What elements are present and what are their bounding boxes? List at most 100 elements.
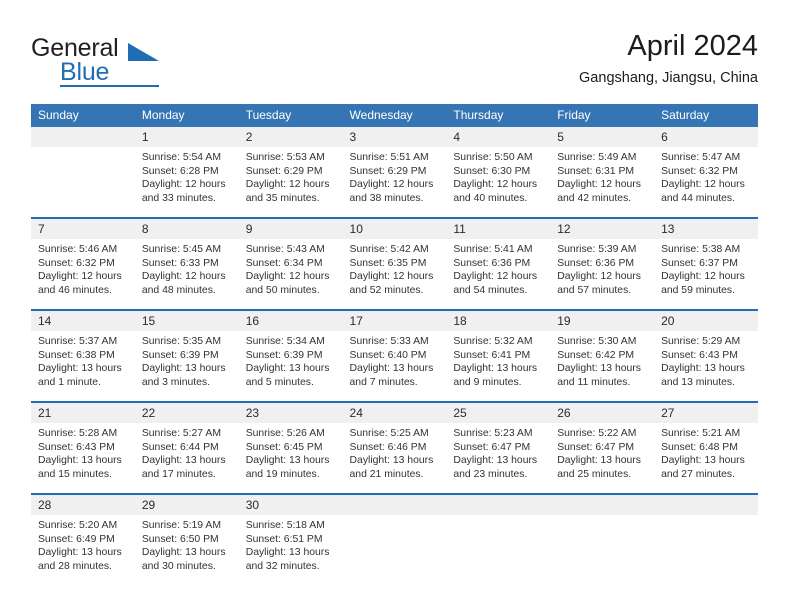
weekday-header-sunday: Sunday — [31, 104, 135, 127]
day-detail-line: Daylight: 12 hours — [141, 179, 226, 191]
week-daynumber-row: 14 15 16 17 18 19 20 — [31, 309, 758, 331]
day-detail-line: Daylight: 12 hours — [661, 271, 745, 283]
day-detail-line: Daylight: 13 hours — [141, 363, 226, 375]
day-detail-line: Sunrise: 5:51 AM — [349, 152, 429, 163]
day-detail-line: Sunset: 6:29 PM — [245, 165, 323, 177]
day-detail-line: Sunset: 6:39 PM — [141, 349, 219, 361]
day-number-empty — [342, 493, 447, 515]
day-number[interactable]: 21 — [31, 401, 135, 423]
weekday-header-thursday: Thursday — [446, 104, 551, 127]
day-detail: Sunrise: 5:26 AM Sunset: 6:45 PM Daylight:… — [238, 423, 343, 494]
week-daynumber-row: 7 8 9 10 11 12 13 — [31, 217, 758, 239]
day-detail: Sunrise: 5:53 AM Sunset: 6:29 PM Daylight:… — [238, 147, 343, 218]
day-detail-line: Sunset: 6:43 PM — [38, 441, 115, 453]
day-detail-line: Daylight: 13 hours — [661, 363, 745, 375]
day-number[interactable]: 20 — [654, 309, 758, 331]
day-detail: Sunrise: 5:28 AM Sunset: 6:43 PM Daylight:… — [31, 423, 135, 494]
day-number[interactable]: 2 — [238, 127, 343, 147]
week-daynumber-row: 21 22 23 24 25 26 27 — [31, 401, 758, 423]
day-number[interactable]: 24 — [342, 401, 447, 423]
day-detail-line: and 42 minutes. — [557, 192, 632, 204]
day-number[interactable]: 30 — [238, 493, 343, 515]
day-detail-line: Daylight: 12 hours — [245, 271, 330, 283]
day-number[interactable]: 6 — [654, 127, 758, 147]
day-number[interactable]: 5 — [550, 127, 655, 147]
day-number[interactable]: 27 — [654, 401, 758, 423]
day-number[interactable]: 9 — [238, 217, 343, 239]
day-detail-line: Sunrise: 5:43 AM — [245, 244, 325, 255]
day-detail-line: Sunrise: 5:38 AM — [661, 244, 741, 255]
day-number[interactable]: 29 — [134, 493, 239, 515]
day-detail: Sunrise: 5:22 AM Sunset: 6:47 PM Daylight:… — [550, 423, 655, 494]
day-detail-line: Sunrise: 5:25 AM — [349, 428, 429, 439]
day-detail-line: and 48 minutes. — [141, 284, 216, 296]
day-detail-line: Sunrise: 5:32 AM — [453, 336, 533, 347]
day-number-empty — [446, 493, 551, 515]
day-number[interactable]: 15 — [134, 309, 239, 331]
day-number[interactable]: 3 — [342, 127, 447, 147]
day-number-empty — [654, 493, 758, 515]
day-number[interactable]: 23 — [238, 401, 343, 423]
day-detail: Sunrise: 5:46 AM Sunset: 6:32 PM Daylight:… — [31, 239, 135, 310]
day-detail: Sunrise: 5:54 AM Sunset: 6:28 PM Daylight:… — [134, 147, 239, 218]
day-detail-line: and 25 minutes. — [557, 468, 632, 480]
day-detail-line: Sunrise: 5:23 AM — [453, 428, 533, 439]
day-detail-line: and 30 minutes. — [141, 560, 216, 572]
day-detail-line: Daylight: 13 hours — [245, 455, 330, 467]
day-number[interactable]: 17 — [342, 309, 447, 331]
day-detail-line: and 52 minutes. — [349, 284, 424, 296]
day-detail-line: Daylight: 12 hours — [349, 271, 434, 283]
day-number[interactable]: 8 — [134, 217, 239, 239]
day-detail-line: Daylight: 12 hours — [349, 179, 434, 191]
day-detail: Sunrise: 5:51 AM Sunset: 6:29 PM Daylight:… — [342, 147, 447, 218]
weekday-header-saturday: Saturday — [654, 104, 758, 127]
week-detail-row: Sunrise: 5:54 AM Sunset: 6:28 PM Daylight:… — [31, 147, 758, 218]
day-detail-line: and 32 minutes. — [245, 560, 320, 572]
day-number[interactable]: 14 — [31, 309, 135, 331]
day-detail-line: Sunset: 6:43 PM — [661, 349, 738, 361]
day-detail-line: Sunset: 6:51 PM — [245, 533, 323, 545]
day-number[interactable]: 4 — [446, 127, 551, 147]
day-detail-line: Sunset: 6:38 PM — [38, 349, 115, 361]
day-detail-line: Daylight: 13 hours — [38, 547, 122, 559]
day-detail-line: and 13 minutes. — [661, 376, 735, 388]
day-number[interactable]: 25 — [446, 401, 551, 423]
day-number[interactable]: 11 — [446, 217, 551, 239]
day-detail: Sunrise: 5:27 AM Sunset: 6:44 PM Daylight:… — [134, 423, 239, 494]
calendar-header-row: Sunday Monday Tuesday Wednesday Thursday Frid… — [31, 104, 758, 127]
day-detail-line: Sunset: 6:29 PM — [349, 165, 427, 177]
day-detail-line: and 33 minutes. — [141, 192, 216, 204]
calendar-page: General Blue April 2024 Gangshang, Jiang… — [0, 0, 792, 612]
day-number[interactable]: 16 — [238, 309, 343, 331]
day-number[interactable]: 13 — [654, 217, 758, 239]
day-detail-line: Daylight: 12 hours — [557, 179, 641, 191]
day-number[interactable]: 10 — [342, 217, 447, 239]
day-detail-line: Sunset: 6:39 PM — [245, 349, 323, 361]
day-detail-line: Sunset: 6:36 PM — [557, 257, 635, 269]
day-number[interactable]: 22 — [134, 401, 239, 423]
day-detail: Sunrise: 5:47 AM Sunset: 6:32 PM Daylight:… — [654, 147, 758, 218]
day-detail-line: Sunset: 6:47 PM — [453, 441, 531, 453]
day-number[interactable]: 19 — [550, 309, 655, 331]
week-detail-row: Sunrise: 5:28 AM Sunset: 6:43 PM Daylight:… — [31, 423, 758, 494]
day-detail-line: Daylight: 13 hours — [557, 363, 641, 375]
day-detail-line: and 3 minutes. — [141, 376, 211, 388]
day-number[interactable]: 28 — [31, 493, 135, 515]
day-number[interactable]: 18 — [446, 309, 551, 331]
day-detail-line: Daylight: 13 hours — [349, 363, 434, 375]
day-detail-line: and 7 minutes. — [349, 376, 418, 388]
day-number[interactable]: 1 — [134, 127, 239, 147]
day-detail-line: Sunset: 6:36 PM — [453, 257, 531, 269]
day-detail-line: Sunset: 6:32 PM — [661, 165, 738, 177]
day-detail-line: and 27 minutes. — [661, 468, 735, 480]
day-number[interactable]: 12 — [550, 217, 655, 239]
day-number[interactable]: 26 — [550, 401, 655, 423]
brand-logo[interactable]: General Blue — [31, 34, 231, 90]
weekday-header-wednesday: Wednesday — [342, 104, 447, 127]
week-detail-row: Sunrise: 5:20 AM Sunset: 6:49 PM Daylight:… — [31, 515, 758, 585]
day-detail-line: Daylight: 13 hours — [453, 363, 538, 375]
title-block: April 2024 Gangshang, Jiangsu, China — [579, 28, 758, 89]
day-detail-line: Daylight: 13 hours — [349, 455, 434, 467]
day-detail-line: Daylight: 13 hours — [38, 455, 122, 467]
day-number[interactable]: 7 — [31, 217, 135, 239]
